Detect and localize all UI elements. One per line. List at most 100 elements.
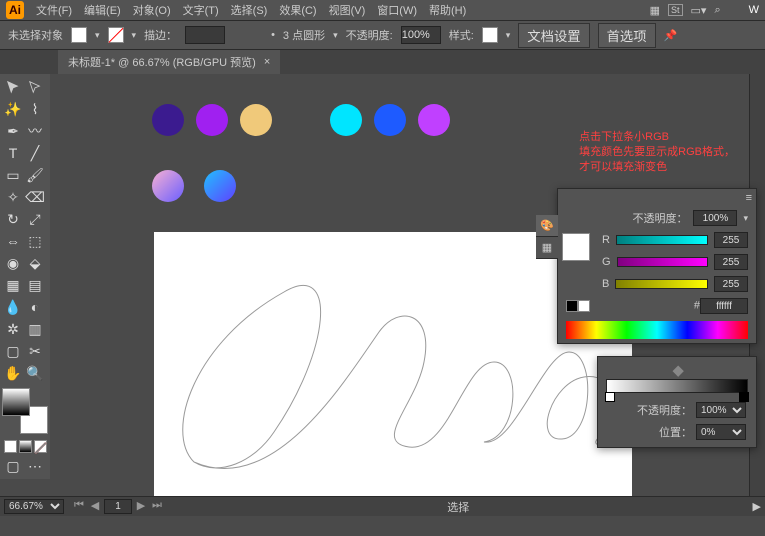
panel-opacity-input[interactable] [693,210,737,226]
width-tool[interactable]: ⇔ [2,230,24,252]
g-slider[interactable] [617,257,708,267]
artboard-nav: ⏮ ◀ ▶ ⏭ [72,499,164,514]
screen-mode[interactable]: ▢ [2,455,24,477]
b-input[interactable] [714,276,748,292]
pen-tool[interactable]: ✒ [2,120,24,142]
rotate-tool[interactable]: ↻ [2,208,24,230]
fill-swatch[interactable] [71,27,87,43]
close-icon[interactable]: × [264,56,270,68]
artboard-number-input[interactable] [104,499,132,514]
line-tool[interactable]: ╱ [24,142,46,164]
gradient-stop-left[interactable] [605,392,615,402]
graph-tool[interactable]: ▥ [24,318,46,340]
edit-toolbar[interactable]: ⋯ [24,455,46,477]
menu-help[interactable]: 帮助(H) [429,2,466,18]
paintbrush-tool[interactable]: 🖌 [24,164,46,186]
layout-icon[interactable]: ▦ [650,4,660,17]
menu-view[interactable]: 视图(V) [329,2,366,18]
free-transform-tool[interactable]: ⬚ [24,230,46,252]
first-icon[interactable]: ⏮ [72,499,86,514]
grad-opacity-select[interactable]: 100% [696,402,746,418]
color-mode[interactable] [4,440,17,453]
lasso-tool[interactable]: ⌇ [24,98,46,120]
eraser-tool[interactable]: ⌫ [24,186,46,208]
shaper-tool[interactable]: ✧ [2,186,24,208]
swatch-circle[interactable] [240,104,272,136]
curvature-tool[interactable]: 〰 [24,120,46,142]
g-input[interactable] [714,254,748,270]
brush-preset[interactable]: 3 点圆形 [283,27,325,43]
none-mode[interactable] [34,440,47,453]
type-tool[interactable]: T [2,142,24,164]
magic-wand-tool[interactable]: ✨ [2,98,24,120]
stroke-swatch[interactable] [108,27,124,43]
shape-builder-tool[interactable]: ◉ [2,252,24,274]
panel-menu-icon[interactable]: ≡ [746,192,752,204]
doc-setup-button[interactable]: 文档设置 [518,23,589,48]
gradient-mode[interactable] [19,440,32,453]
blend-tool[interactable]: ◐ [24,296,46,318]
menu-type[interactable]: 文字(T) [183,2,219,18]
r-input[interactable] [714,232,748,248]
selection-tool[interactable] [2,76,24,98]
color-tab-icon[interactable]: 🎨 [536,215,558,237]
eyedropper-tool[interactable]: 💧 [2,296,24,318]
options-bar: 未选择对象 ▾ ▾ 描边： • 3 点圆形▾ 不透明度: 样式: ▾ 文档设置 … [0,20,765,50]
menu-edit[interactable]: 编辑(E) [84,2,121,18]
gradient-midpoint[interactable] [673,366,684,377]
style-swatch[interactable] [482,27,498,43]
dropdown-icon[interactable]: ▾ [743,213,748,224]
prefs-button[interactable]: 首选项 [598,23,656,48]
zoom-select[interactable]: 66.67% [4,499,64,514]
menu-object[interactable]: 对象(O) [133,2,171,18]
hand-tool[interactable]: ✋ [2,362,24,384]
white-swatch[interactable] [578,300,590,312]
artboard-tool[interactable]: ▢ [2,340,24,362]
stroke-label: 描边： [144,27,177,43]
r-label: R [602,234,610,246]
swatch-circle[interactable] [204,170,236,202]
scroll-right-icon[interactable]: ▶ [753,500,761,513]
document-tab[interactable]: 未标题-1* @ 66.67% (RGB/GPU 预览) × [58,50,280,74]
stroke-weight-input[interactable] [185,26,225,44]
gradient-bar[interactable] [606,379,748,393]
swatches-tab-icon[interactable]: ▦ [536,237,558,259]
scale-tool[interactable]: ⤢ [24,208,46,230]
b-slider[interactable] [615,279,708,289]
menu-window[interactable]: 窗口(W) [377,2,417,18]
perspective-tool[interactable]: ⬙ [24,252,46,274]
swatch-circle[interactable] [196,104,228,136]
current-color-swatch[interactable] [562,233,590,261]
prev-icon[interactable]: ◀ [88,499,102,514]
menu-select[interactable]: 选择(S) [231,2,268,18]
fill-color[interactable] [2,388,30,416]
black-swatch[interactable] [566,300,578,312]
hex-input[interactable] [700,298,748,314]
menu-file[interactable]: 文件(F) [36,2,72,18]
pin-icon[interactable]: 📌 [664,29,678,42]
swatch-circle[interactable] [152,170,184,202]
direct-selection-tool[interactable] [24,76,46,98]
swatch-circle[interactable] [330,104,362,136]
opacity-input[interactable] [401,26,441,44]
st-icon[interactable]: St [668,4,683,16]
arrange-icon[interactable]: ▭▾ [691,4,707,17]
fill-stroke-control[interactable] [2,388,48,434]
color-spectrum[interactable] [566,321,748,339]
last-icon[interactable]: ⏭ [150,499,164,514]
swatch-circle[interactable] [418,104,450,136]
menu-effect[interactable]: 效果(C) [279,2,316,18]
swatch-circle[interactable] [374,104,406,136]
rectangle-tool[interactable]: ▭ [2,164,24,186]
swatch-circle[interactable] [152,104,184,136]
search-icon[interactable]: ⌕ [714,4,720,17]
slice-tool[interactable]: ✂ [24,340,46,362]
zoom-tool[interactable]: 🔍 [24,362,46,384]
grad-position-select[interactable]: 0% [696,424,746,440]
r-slider[interactable] [616,235,708,245]
gradient-stop-right[interactable] [739,392,749,402]
next-icon[interactable]: ▶ [134,499,148,514]
gradient-tool[interactable]: ▤ [24,274,46,296]
mesh-tool[interactable]: ▦ [2,274,24,296]
symbol-sprayer-tool[interactable]: ✲ [2,318,24,340]
